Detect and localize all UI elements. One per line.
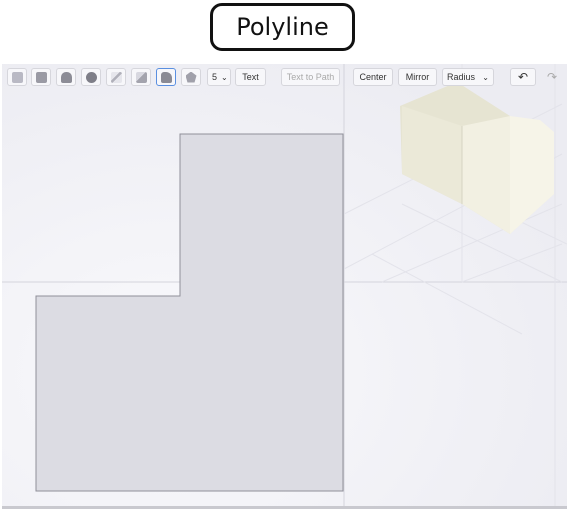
text-button[interactable]: Text xyxy=(235,68,266,86)
line-tool-button[interactable] xyxy=(106,68,126,86)
mirror-button[interactable]: Mirror xyxy=(398,68,437,86)
caption-title: Polyline xyxy=(210,3,355,51)
cylinder-tool-icon xyxy=(60,71,72,83)
text-to-path-button[interactable]: Text to Path xyxy=(281,68,340,86)
center-button[interactable]: Center xyxy=(353,68,393,86)
undo-button[interactable]: ↶ xyxy=(510,68,536,86)
extrude-tool-icon xyxy=(135,71,147,83)
polyline-tool-button[interactable] xyxy=(156,68,176,86)
select-tool-button[interactable] xyxy=(7,68,27,86)
redo-button[interactable]: ↷ xyxy=(540,68,564,86)
line-tool-icon xyxy=(110,71,122,83)
radius-value: Radius xyxy=(447,72,476,82)
undo-icon: ↶ xyxy=(517,70,529,84)
radius-select[interactable]: Radius ⌄ xyxy=(442,68,494,86)
sphere-tool-button[interactable] xyxy=(81,68,101,86)
polygon-tool-button[interactable] xyxy=(181,68,201,86)
cylinder-tool-button[interactable] xyxy=(56,68,76,86)
extrude-tool-button[interactable] xyxy=(131,68,151,86)
toolbar: 5 ⌄ Text Text to Path Center Mirror Radiu… xyxy=(2,64,567,90)
sphere-tool-icon xyxy=(85,71,97,83)
polyline-tool-icon xyxy=(160,71,172,83)
redo-icon: ↷ xyxy=(546,70,558,84)
scene-canvas[interactable] xyxy=(2,64,567,506)
box-tool-icon xyxy=(35,71,47,83)
cad-viewport[interactable]: 5 ⌄ Text Text to Path Center Mirror Radiu… xyxy=(2,64,567,509)
select-tool-icon xyxy=(11,71,23,83)
sides-value: 5 xyxy=(212,72,218,82)
chevron-down-icon: ⌄ xyxy=(221,72,228,82)
polygon-tool-icon xyxy=(185,71,197,83)
box-tool-button[interactable] xyxy=(31,68,51,86)
sides-select[interactable]: 5 ⌄ xyxy=(207,68,231,86)
chevron-down-icon: ⌄ xyxy=(482,72,489,82)
